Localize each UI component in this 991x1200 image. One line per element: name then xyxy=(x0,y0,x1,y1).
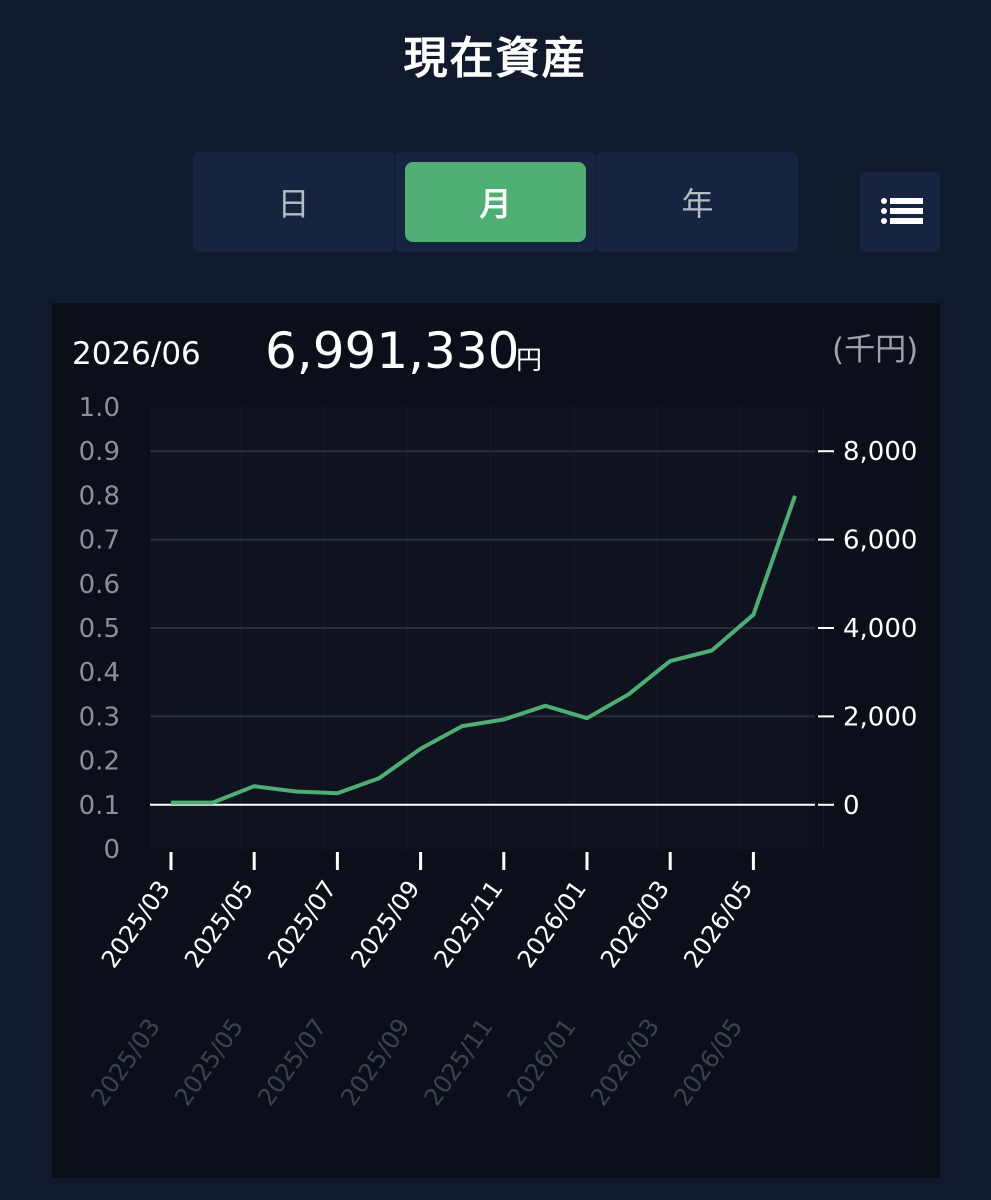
y-left-tick-label: 0.6 xyxy=(79,570,120,600)
y-left-tick-label: 0.7 xyxy=(79,526,120,556)
y-left-tick-label: 0.4 xyxy=(79,658,120,688)
chart-grid xyxy=(150,407,824,849)
x-tick-label: 2026/01 xyxy=(512,875,592,973)
x-tick-label-ghost: 2026/03 xyxy=(585,1013,665,1111)
x-axis: 2025/032025/032025/052025/052025/072025/… xyxy=(86,852,758,1111)
y-right-tick-label: 4,000 xyxy=(843,614,917,644)
x-tick-label: 2026/03 xyxy=(595,875,675,973)
x-tick-label-ghost: 2025/03 xyxy=(86,1013,166,1111)
x-tick-label: 2025/07 xyxy=(262,875,342,973)
x-tick-label: 2025/09 xyxy=(345,875,425,973)
y-left-tick-label: 0.9 xyxy=(79,437,120,467)
y-left-tick-label: 0.3 xyxy=(79,702,120,732)
y-left-tick-label: 0 xyxy=(103,835,120,865)
y-left-tick-label: 1.0 xyxy=(79,393,120,423)
y-right-tick-label: 6,000 xyxy=(843,526,917,556)
x-tick-label-ghost: 2026/01 xyxy=(502,1013,582,1111)
x-tick-label-ghost: 2025/09 xyxy=(335,1013,415,1111)
y-left-tick-label: 0.1 xyxy=(79,791,120,821)
y-axis-left: 0 0.1 0.2 0.3 0.4 0.5 0.6 0.7 0.8 0.9 1.0 xyxy=(79,393,120,865)
y-left-tick-label: 0.8 xyxy=(79,481,120,511)
y-left-tick-label: 0.2 xyxy=(79,747,120,777)
x-tick-label-ghost: 2025/05 xyxy=(169,1013,249,1111)
y-axis-right: 0 2,000 4,000 6,000 8,000 xyxy=(818,437,917,821)
y-right-tick-label: 2,000 xyxy=(843,702,917,732)
x-tick-label: 2025/11 xyxy=(429,875,509,973)
x-tick-label-ghost: 2025/11 xyxy=(419,1013,499,1111)
y-right-tick-label: 8,000 xyxy=(843,437,917,467)
x-tick-label: 2026/05 xyxy=(678,875,758,973)
x-tick-label: 2025/05 xyxy=(179,875,259,973)
line-chart: 0 0.1 0.2 0.3 0.4 0.5 0.6 0.7 0.8 0.9 1.0 0 2,000 4,… xyxy=(79,393,918,1111)
y-right-tick-label: 0 xyxy=(843,791,860,821)
x-tick-label-ghost: 2026/05 xyxy=(668,1013,748,1111)
x-tick-label: 2025/03 xyxy=(96,875,176,973)
x-tick-label-ghost: 2025/07 xyxy=(252,1013,332,1111)
y-left-tick-label: 0.5 xyxy=(79,614,120,644)
